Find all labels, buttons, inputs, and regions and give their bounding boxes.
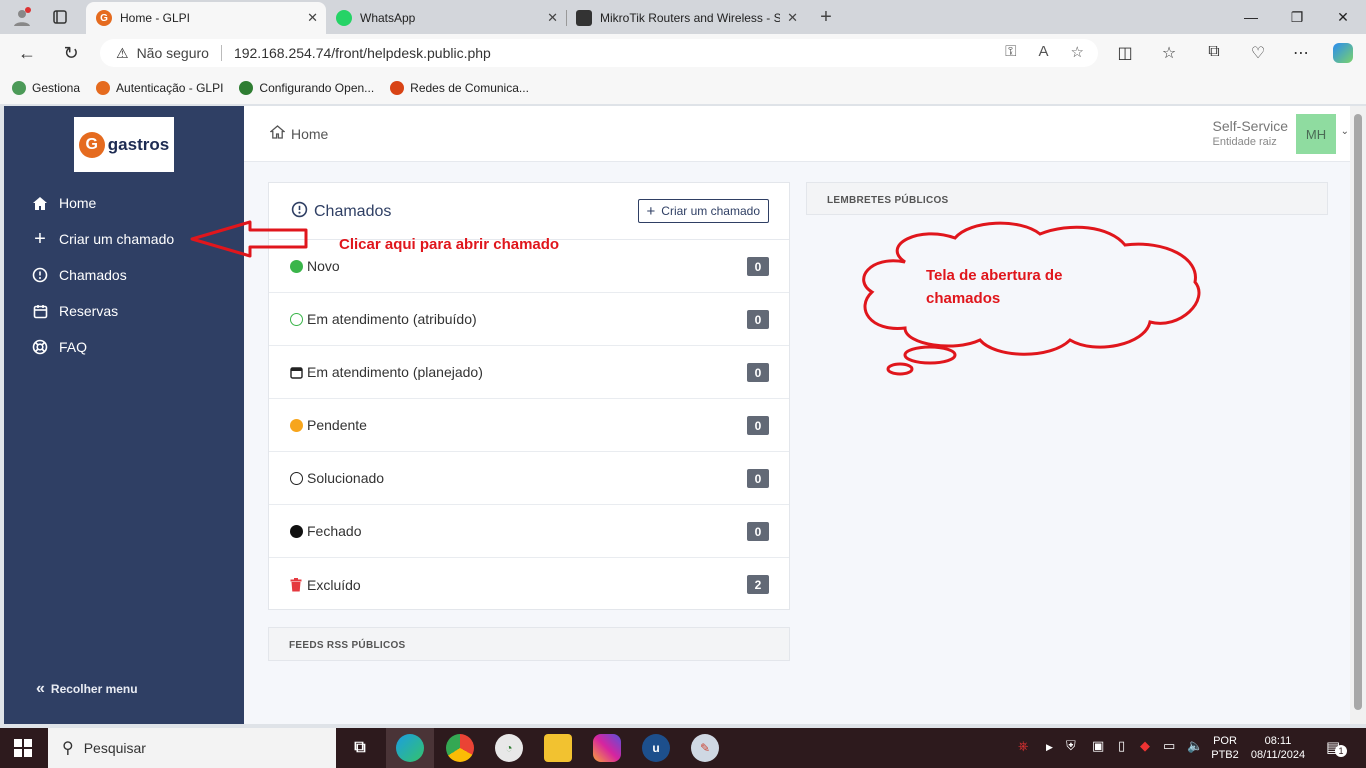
- annotation-cloud-line1: Tela de abertura de: [926, 267, 1063, 284]
- network-app-icon[interactable]: ◔: [495, 734, 523, 762]
- taskbar-search[interactable]: ⚲ Pesquisar: [48, 728, 336, 768]
- notification-icon[interactable]: ▤ 1: [1326, 738, 1347, 757]
- network-tray-icon[interactable]: ▭: [1163, 738, 1175, 754]
- language-line2: PTB2: [1211, 749, 1239, 761]
- page-scrollbar[interactable]: [1350, 106, 1366, 724]
- search-icon: ⚲: [62, 740, 74, 757]
- file-explorer-icon[interactable]: [544, 734, 572, 762]
- language-line1: POR: [1213, 735, 1237, 747]
- acrobat-tray-icon[interactable]: ⎈: [1018, 738, 1028, 754]
- clock-time: 08:11: [1264, 735, 1292, 747]
- anydesk-tray-icon[interactable]: ◆: [1140, 738, 1150, 754]
- annotation-cloud-line2: chamados: [926, 290, 1001, 307]
- edge-icon[interactable]: [396, 734, 424, 762]
- scrollbar-thumb[interactable]: [1354, 114, 1362, 710]
- annotation-cloud-bubble-small: [886, 362, 914, 376]
- language-indicator[interactable]: POR PTB2: [1208, 734, 1242, 762]
- usb-tray-icon[interactable]: ▯: [1118, 738, 1125, 754]
- chrome-icon[interactable]: [446, 734, 474, 762]
- clock-date: 08/11/2024: [1250, 749, 1306, 761]
- instagram-icon[interactable]: [593, 734, 621, 762]
- paint-icon[interactable]: ✎: [691, 734, 719, 762]
- search-placeholder: Pesquisar: [83, 740, 146, 756]
- annotation-arrow-shape: [190, 220, 308, 258]
- monitor-tray-icon[interactable]: ▣: [1092, 738, 1104, 754]
- app-u-icon[interactable]: u: [642, 734, 670, 762]
- annotation-cloud-bubble-large: [903, 345, 957, 365]
- volume-icon[interactable]: 🔈: [1187, 738, 1203, 754]
- windows-taskbar: ⚲ Pesquisar ⧉ ◔ u ✎ ⎈ ▶ ⛨ ▣ ▯ ◆ ▭ 🔈 POR …: [0, 728, 1366, 768]
- notification-count: 1: [1335, 745, 1347, 757]
- annotation-overlay: [190, 220, 1201, 376]
- clock[interactable]: 08:11 08/11/2024: [1246, 734, 1310, 762]
- windows-start-icon[interactable]: [14, 739, 32, 757]
- annotation-arrow-text: Clicar aqui para abrir chamado: [339, 236, 560, 253]
- security-tray-icon[interactable]: ⛨: [1066, 738, 1076, 754]
- task-view-icon[interactable]: ⧉: [346, 734, 374, 762]
- tray-expand-icon[interactable]: ▶: [1046, 742, 1053, 753]
- annotation-cloud-shape: [862, 221, 1201, 356]
